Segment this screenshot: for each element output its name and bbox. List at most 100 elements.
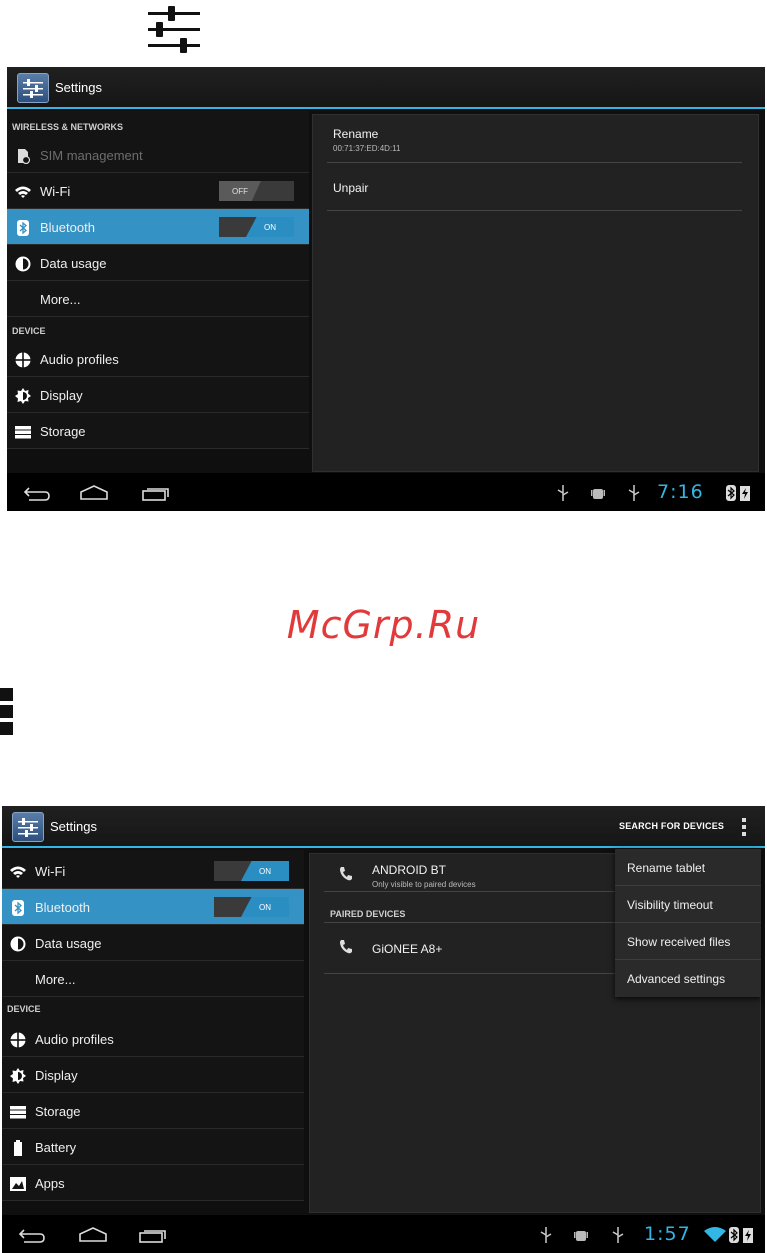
- home-icon[interactable]: [79, 485, 109, 501]
- unpair-label: Unpair: [333, 181, 369, 195]
- bluetooth-device-settings-screen: Settings WIRELESS & NETWORKS SIM managem…: [7, 67, 765, 511]
- back-icon[interactable]: [23, 485, 51, 501]
- recent-apps-icon[interactable]: [138, 1227, 168, 1243]
- menu-item-rename-tablet[interactable]: Rename tablet: [615, 849, 761, 886]
- sidebar-item-apps[interactable]: Apps: [2, 1165, 304, 1201]
- search-for-devices-button[interactable]: SEARCH FOR DEVICES: [619, 821, 724, 831]
- sim-card-icon: [18, 149, 31, 164]
- sidebar-item-audio-profiles[interactable]: Audio profiles: [7, 341, 309, 377]
- settings-app-icon[interactable]: [17, 73, 49, 103]
- usb-connected-icon: [612, 1227, 624, 1243]
- settings-app-icon[interactable]: [12, 812, 44, 842]
- bluetooth-icon: [17, 220, 29, 236]
- sidebar-item-battery[interactable]: Battery: [2, 1129, 304, 1165]
- sidebar-item-label: Audio profiles: [35, 1032, 114, 1047]
- storage-icon: [15, 426, 31, 439]
- menu-item-advanced-settings[interactable]: Advanced settings: [615, 960, 761, 997]
- paired-device-name: GiONEE A8+: [372, 942, 443, 956]
- sidebar-item-label: Bluetooth: [35, 900, 90, 915]
- device-name: ANDROID BT: [372, 863, 447, 877]
- audio-profiles-icon: [10, 1032, 26, 1048]
- usb-icon: [557, 485, 569, 501]
- bluetooth-toggle[interactable]: ON: [219, 217, 294, 237]
- sidebar-item-label: Wi-Fi: [35, 864, 66, 879]
- settings-sliders-icon: [148, 6, 200, 53]
- sidebar-item-data-usage[interactable]: Data usage: [2, 925, 304, 961]
- usb-connected-icon: [628, 485, 640, 501]
- battery-charging-icon: [740, 486, 750, 501]
- sidebar-item-data-usage[interactable]: Data usage: [7, 245, 309, 281]
- app-title: Settings: [50, 819, 97, 834]
- action-bar: Settings SEARCH FOR DEVICES: [2, 806, 765, 848]
- back-icon[interactable]: [18, 1227, 46, 1243]
- sidebar-item-label: Wi-Fi: [40, 184, 71, 199]
- phone-icon: [340, 940, 352, 954]
- bluetooth-icon: [12, 900, 24, 916]
- rename-title: Rename: [333, 127, 379, 141]
- sidebar-item-label: Storage: [40, 424, 86, 439]
- sidebar-item-bluetooth[interactable]: Bluetooth ON: [7, 209, 309, 245]
- bluetooth-status-icon: [729, 1227, 739, 1243]
- paired-devices-header: PAIRED DEVICES: [330, 909, 406, 919]
- unpair-row[interactable]: Unpair: [327, 163, 742, 211]
- toggle-state-label: OFF: [219, 181, 261, 201]
- bluetooth-toggle[interactable]: ON: [214, 897, 289, 917]
- usb-icon: [540, 1227, 552, 1243]
- sidebar-item-display[interactable]: Display: [2, 1057, 304, 1093]
- watermark-text: McGrp.Ru: [286, 603, 481, 647]
- list-bars-icon: [0, 688, 13, 735]
- battery-icon: [14, 1140, 22, 1156]
- bluetooth-status-icon: [726, 485, 736, 501]
- action-bar: Settings: [7, 67, 765, 109]
- device-visibility: Only visible to paired devices: [372, 880, 476, 889]
- sidebar-item-label: Display: [40, 388, 83, 403]
- data-usage-icon: [15, 256, 31, 272]
- bluetooth-devices-screen: Settings SEARCH FOR DEVICES Wi-Fi ON Blu…: [2, 806, 765, 1253]
- android-debug-icon: [591, 489, 605, 499]
- sidebar-item-more[interactable]: More...: [2, 961, 304, 997]
- settings-list: WIRELESS & NETWORKS SIM management Wi-Fi…: [7, 111, 309, 449]
- sidebar-item-label: Data usage: [35, 936, 102, 951]
- battery-charging-icon: [743, 1228, 753, 1243]
- toggle-state-label: ON: [241, 897, 289, 917]
- menu-item-show-received-files[interactable]: Show received files: [615, 923, 761, 960]
- wifi-icon: [10, 866, 26, 878]
- rename-device-row[interactable]: Rename 00:71:37:ED:4D:11: [327, 115, 742, 163]
- sidebar-item-wifi[interactable]: Wi-Fi OFF: [7, 173, 309, 209]
- device-address: 00:71:37:ED:4D:11: [333, 144, 401, 153]
- phone-icon: [340, 867, 352, 881]
- system-navigation-bar: 7:16: [7, 473, 765, 511]
- section-header-device: DEVICE: [7, 1004, 41, 1014]
- sidebar-item-more[interactable]: More...: [7, 281, 309, 317]
- wifi-toggle[interactable]: ON: [214, 861, 289, 881]
- sidebar-item-label: Audio profiles: [40, 352, 119, 367]
- menu-item-visibility-timeout[interactable]: Visibility timeout: [615, 886, 761, 923]
- sidebar-item-display[interactable]: Display: [7, 377, 309, 413]
- recent-apps-icon[interactable]: [141, 485, 171, 501]
- section-header-wireless: WIRELESS & NETWORKS: [12, 122, 124, 132]
- sidebar-item-label: Data usage: [40, 256, 107, 271]
- sidebar-item-sim-management[interactable]: SIM management: [7, 137, 309, 173]
- data-usage-icon: [10, 936, 26, 952]
- wifi-toggle[interactable]: OFF: [219, 181, 294, 201]
- sidebar-item-bluetooth[interactable]: Bluetooth ON: [2, 889, 304, 925]
- overflow-menu-icon[interactable]: [734, 815, 754, 839]
- sidebar-item-storage[interactable]: Storage: [7, 413, 309, 449]
- status-clock: 1:57: [644, 1223, 691, 1245]
- sidebar-item-label: Bluetooth: [40, 220, 95, 235]
- sidebar-item-audio-profiles[interactable]: Audio profiles: [2, 1021, 304, 1057]
- system-navigation-bar: 1:57: [2, 1215, 765, 1253]
- sidebar-item-label: SIM management: [40, 148, 143, 163]
- wifi-signal-icon: [704, 1227, 726, 1242]
- sidebar-item-storage[interactable]: Storage: [2, 1093, 304, 1129]
- settings-list: Wi-Fi ON Bluetooth ON Data usage More...…: [2, 850, 304, 1201]
- sidebar-item-label: Storage: [35, 1104, 81, 1119]
- home-icon[interactable]: [78, 1227, 108, 1243]
- bluetooth-device-detail-pane: Rename 00:71:37:ED:4D:11 Unpair: [312, 114, 759, 472]
- sidebar-item-wifi[interactable]: Wi-Fi ON: [2, 853, 304, 889]
- overflow-menu: Rename tablet Visibility timeout Show re…: [615, 849, 761, 997]
- sidebar-item-label: Battery: [35, 1140, 77, 1155]
- wifi-icon: [15, 186, 31, 198]
- section-header-device: DEVICE: [12, 326, 46, 336]
- sidebar-item-label: Apps: [35, 1176, 65, 1191]
